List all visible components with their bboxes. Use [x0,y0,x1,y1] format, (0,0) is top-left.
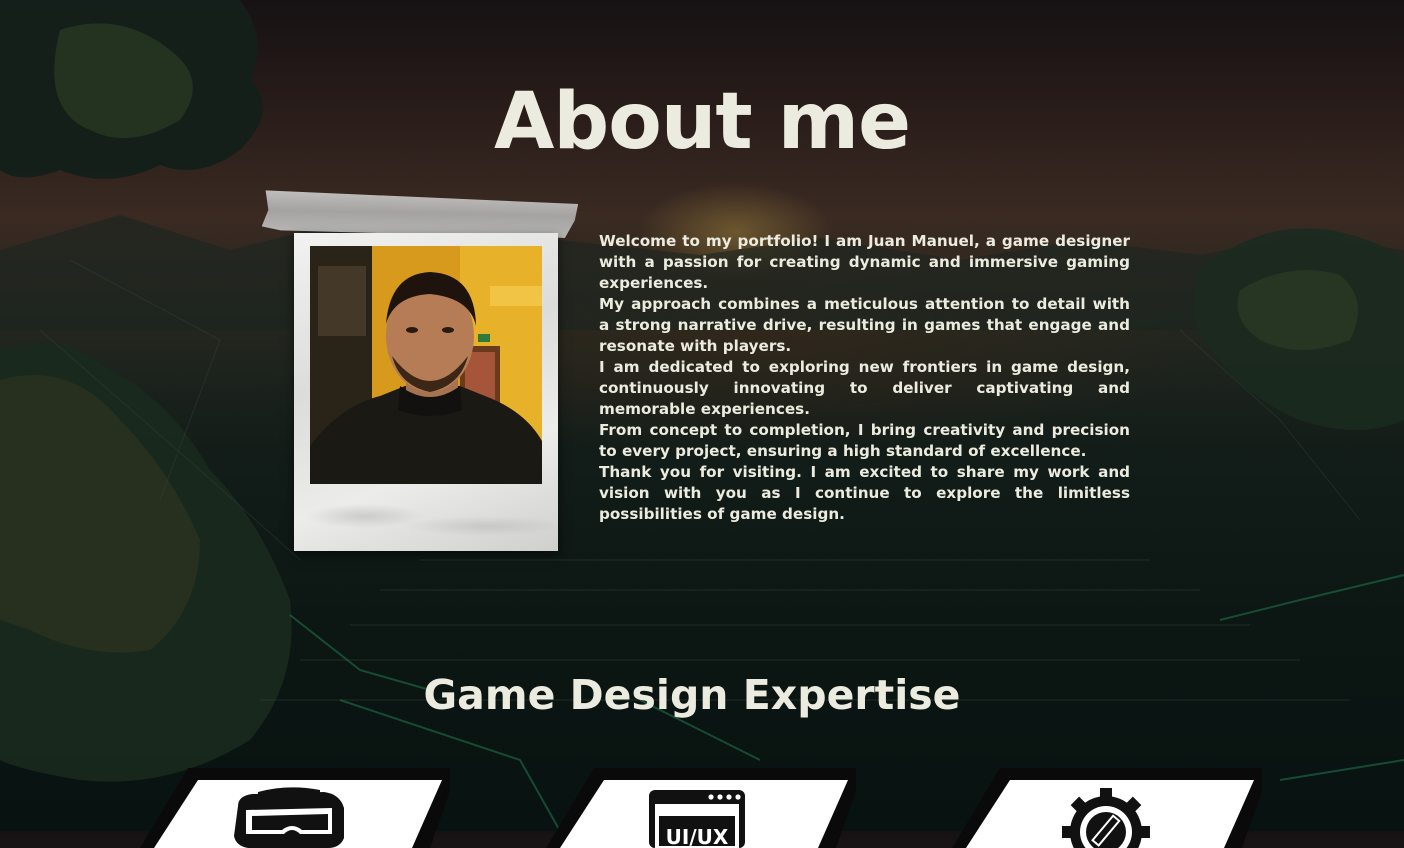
ui-ux-browser-icon: UI/UX [634,786,745,848]
ui-ux-icon-text: UI/UX [666,825,729,848]
bio-paragraph: I am dedicated to exploring new frontier… [599,358,1130,418]
page-title: About me [494,77,911,167]
polaroid-tape [262,188,579,239]
bio-paragraph: From concept to completion, I bring crea… [599,421,1130,460]
bio-paragraph: Thank you for visiting. I am excited to … [599,463,1130,523]
expertise-title: Game Design Expertise [423,671,961,719]
profile-polaroid [294,233,558,551]
gear-pencil-icon [1050,786,1150,848]
bio-paragraph: My approach combines a meticulous attent… [599,295,1130,355]
vr-headset-icon [228,786,348,848]
expertise-card-ui-ux[interactable]: UI/UX [546,768,856,848]
bio-paragraph: Welcome to my portfolio! I am Juan Manue… [599,232,1130,292]
expertise-card-vr[interactable] [140,768,450,848]
expertise-card-systems[interactable] [952,768,1262,848]
profile-photo [310,246,542,484]
about-bio: Welcome to my portfolio! I am Juan Manue… [599,231,1130,525]
